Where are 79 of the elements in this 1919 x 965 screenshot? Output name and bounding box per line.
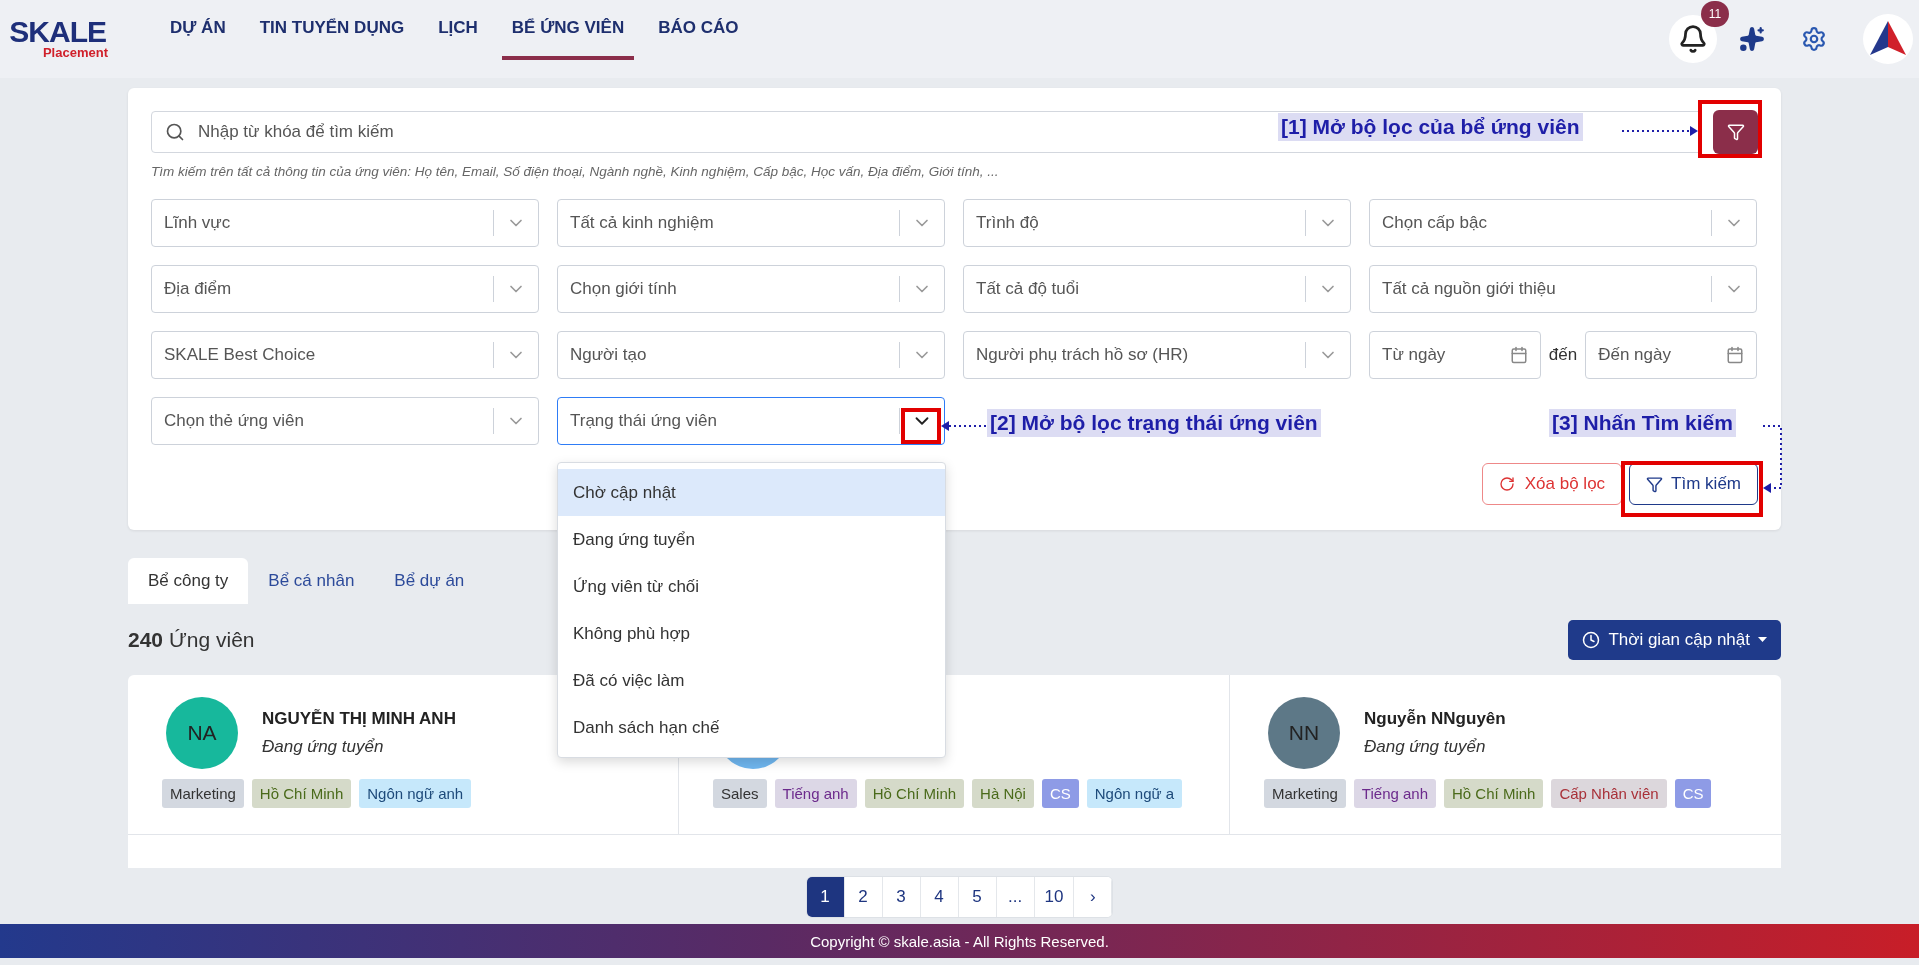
select-field[interactable]: Tất cả nguồn giới thiệu — [1369, 265, 1757, 313]
select-field[interactable]: Người phụ trách hồ sơ (HR) — [963, 331, 1351, 379]
tag: CS — [1041, 779, 1079, 809]
select-field[interactable]: Chọn giới tính — [557, 265, 945, 313]
search-button[interactable]: Tìm kiếm — [1629, 463, 1758, 505]
avatar: NN — [1268, 697, 1340, 770]
sort-button[interactable]: Thời gian cập nhật — [1568, 619, 1781, 660]
search-icon — [165, 122, 185, 142]
select-field[interactable]: Lĩnh vực — [151, 199, 539, 247]
refresh-icon — [1498, 476, 1515, 492]
logo-name: SKALE — [9, 18, 106, 46]
pool-tab[interactable]: Bể dự án — [374, 558, 485, 604]
nav-link[interactable]: DỰ ÁN — [160, 0, 236, 60]
annotation-label: [2] Mở bộ lọc trạng thái ứng viên — [987, 409, 1321, 437]
clear-filter-button[interactable]: Xóa bộ lọc — [1481, 463, 1623, 505]
tag: Tiếng anh — [1353, 779, 1437, 809]
calendar-icon — [1509, 346, 1528, 364]
menu-item[interactable]: Đã có việc làm — [558, 657, 945, 704]
tag: Sales — [713, 779, 767, 809]
tag: Hồ Chí Minh — [864, 779, 965, 809]
menu-item[interactable]: Ứng viên từ chối — [558, 563, 945, 610]
dotted-arrow — [941, 421, 988, 431]
tag: CS — [1674, 779, 1712, 809]
user-avatar[interactable] — [1863, 14, 1913, 64]
annotation-label: [3] Nhấn Tìm kiếm — [1549, 409, 1736, 437]
candidate-name: Nguyễn NNguyên — [1364, 709, 1506, 730]
search-hint: Tìm kiếm trên tất cả thông tin của ứng viên: Họ tên, Email, Số điện thoại, Ngành nghề, Kinh nghiệm, Cấp bậc, Học vấn, Địa điểm, Giới tính, ... — [151, 164, 1000, 179]
candidate-status: Đang ứng tuyển — [262, 737, 385, 758]
tag: Cấp Nhân viên — [1551, 779, 1667, 809]
tag: Marketing — [162, 779, 244, 809]
range-separator: đến — [1548, 345, 1578, 365]
menu-item[interactable]: Chờ cập nhật — [558, 469, 945, 516]
filter-button[interactable] — [1713, 110, 1758, 154]
nav-link[interactable]: BỂ ỨNG VIÊN — [501, 0, 635, 60]
funnel-icon — [1726, 123, 1745, 141]
menu-item[interactable]: Đang ứng tuyển — [558, 516, 945, 563]
dotted-arrow — [1762, 425, 1782, 493]
tag: Hồ Chí Minh — [251, 779, 352, 809]
notification-count: 11 — [1701, 1, 1729, 27]
tag: Hồ Chí Minh — [1444, 779, 1544, 809]
select-field[interactable]: Trạng thái ứng viên — [557, 397, 945, 445]
annotation-label: [1] Mở bộ lọc của bể ứng viên — [1278, 113, 1583, 141]
highlight-frame — [901, 408, 941, 444]
highlight-frame — [1698, 100, 1762, 158]
sparkle-icon[interactable] — [1739, 26, 1765, 52]
date-field[interactable]: Đến ngày — [1585, 331, 1757, 379]
logo-subtitle: Placement — [42, 46, 108, 60]
select-field[interactable]: Người tạo — [557, 331, 945, 379]
date-field[interactable]: Từ ngày — [1369, 331, 1541, 379]
candidate-name: NGUYỄN THỊ MINH ANH — [262, 709, 456, 730]
caret-icon — [1758, 636, 1767, 643]
tag: Ngôn ngữ a — [1086, 779, 1183, 809]
candidate-status: Đang ứng tuyển — [1364, 737, 1487, 758]
funnel-icon — [1646, 475, 1664, 493]
clock-icon — [1582, 630, 1601, 649]
nav-link[interactable]: LỊCH — [428, 0, 488, 60]
select-field[interactable]: Tất cả kinh nghiệm — [557, 199, 945, 247]
avatar: NA — [166, 697, 238, 770]
settings-icon[interactable] — [1801, 26, 1827, 52]
menu-item[interactable]: Không phù hợp — [558, 610, 945, 657]
nav-link[interactable]: BÁO CÁO — [648, 0, 749, 60]
select-field[interactable]: Tất cả độ tuổi — [963, 265, 1351, 313]
select-field[interactable]: Địa điểm — [151, 265, 539, 313]
calendar-icon — [1726, 346, 1744, 364]
tag: Marketing — [1264, 779, 1346, 809]
select-field[interactable]: Trình độ — [963, 199, 1351, 247]
tag: Tiếng anh — [774, 779, 857, 809]
select-field[interactable]: Chọn cấp bậc — [1369, 199, 1757, 247]
pool-tab[interactable]: Bể cá nhân — [248, 558, 375, 604]
tag: Ngôn ngữ anh — [359, 779, 472, 809]
pool-tab[interactable]: Bể công ty — [128, 558, 249, 604]
tag: Hà Nội — [972, 779, 1034, 809]
page-button[interactable]: 1 — [806, 877, 845, 917]
select-field[interactable]: Chọn thẻ ứng viên — [151, 397, 539, 445]
candidate-count: 240 Ứng viên — [128, 627, 255, 652]
bell-icon — [1678, 24, 1708, 54]
copyright-text: Copyright © skale.asia - All Rights Reserved. — [810, 932, 1109, 950]
select-field[interactable]: SKALE Best Choice — [151, 331, 539, 379]
nav-link[interactable]: TIN TUYỂN DỤNG — [249, 0, 415, 60]
